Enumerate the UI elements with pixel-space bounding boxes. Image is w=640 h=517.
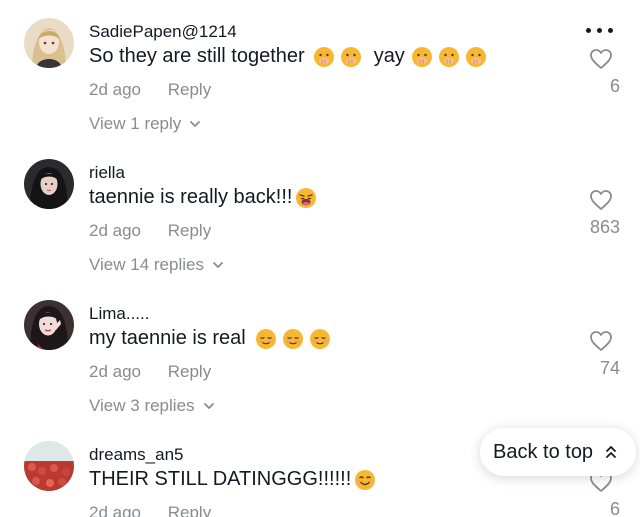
pleading-face-emoji (295, 187, 317, 209)
back-to-top-button[interactable]: Back to top (480, 428, 636, 476)
reply-button[interactable]: Reply (168, 221, 211, 240)
comment-item: SadiePapen@1214 So they are still togeth… (0, 18, 640, 148)
comment-username[interactable]: SadiePapen@1214 (89, 22, 237, 42)
comment-time: 2d ago (89, 221, 141, 240)
comment-item: Lima..... my taennie is real 2d ago Repl… (0, 300, 640, 430)
relieved-face-emoji (282, 328, 304, 350)
shushing-face-emoji (438, 46, 460, 68)
avatar[interactable] (24, 159, 74, 209)
comment-item: riella taennie is really back!!! 2d ago … (0, 159, 640, 289)
chevron-down-icon (190, 121, 201, 127)
shushing-face-emoji (340, 46, 362, 68)
comment-username[interactable]: dreams_an5 (89, 445, 184, 465)
like-button[interactable] (588, 189, 614, 211)
view-replies-label: View 3 replies (89, 396, 195, 415)
reply-button[interactable]: Reply (168, 362, 211, 381)
view-replies-button[interactable]: View 1 reply (89, 114, 201, 134)
avatar[interactable] (24, 18, 74, 68)
comment-meta: 2d ago Reply (89, 503, 211, 517)
avatar[interactable] (24, 441, 74, 491)
like-count: 863 (589, 217, 620, 237)
shushing-face-emoji (313, 46, 335, 68)
comment-username[interactable]: riella (89, 163, 125, 183)
back-to-top-label: Back to top (493, 440, 594, 463)
comment-meta: 2d ago Reply (89, 221, 211, 241)
view-replies-label: View 1 reply (89, 114, 182, 133)
comment-text-part: So they are still together (89, 45, 305, 67)
shushing-face-emoji (465, 46, 487, 68)
comment-text-part: taennie is really back!!! (89, 186, 293, 208)
chevron-down-icon (203, 403, 214, 409)
heart-icon (590, 190, 612, 210)
comment-text: my taennie is real (89, 327, 331, 350)
double-chevron-up-icon (606, 446, 616, 458)
comment-meta: 2d ago Reply (89, 80, 211, 100)
shushing-face-emoji (411, 46, 433, 68)
avatar[interactable] (24, 300, 74, 350)
comment-meta: 2d ago Reply (89, 362, 211, 382)
like-count: 74 (599, 358, 620, 378)
comment-time: 2d ago (89, 503, 141, 517)
relieved-face-emoji (255, 328, 277, 350)
reply-button[interactable]: Reply (168, 80, 211, 99)
comment-text: THEIR STILL DATINGGG!!!!!! (89, 468, 376, 491)
like-button[interactable] (588, 330, 614, 352)
comment-text: taennie is really back!!! (89, 186, 317, 209)
comment-username[interactable]: Lima..... (89, 304, 149, 324)
chevron-down-icon (213, 262, 223, 268)
view-replies-label: View 14 replies (89, 255, 204, 274)
like-count: 6 (609, 76, 620, 96)
smiling-face-emoji (354, 469, 376, 491)
like-button[interactable] (588, 48, 614, 70)
like-count: 6 (609, 499, 620, 517)
heart-icon (590, 49, 612, 69)
view-replies-button[interactable]: View 3 replies (89, 396, 215, 416)
more-options-icon[interactable] (586, 24, 614, 36)
comment-time: 2d ago (89, 80, 141, 99)
comment-text-part: my taennie is real (89, 327, 246, 349)
heart-icon (590, 331, 612, 351)
view-replies-button[interactable]: View 14 replies (89, 255, 224, 275)
reply-button[interactable]: Reply (168, 503, 211, 517)
comment-text-part: THEIR STILL DATINGGG!!!!!! (89, 468, 352, 490)
comment-time: 2d ago (89, 362, 141, 381)
comment-text: So they are still together yay (89, 45, 487, 68)
relieved-face-emoji (309, 328, 331, 350)
comment-text-part: yay (373, 45, 405, 67)
